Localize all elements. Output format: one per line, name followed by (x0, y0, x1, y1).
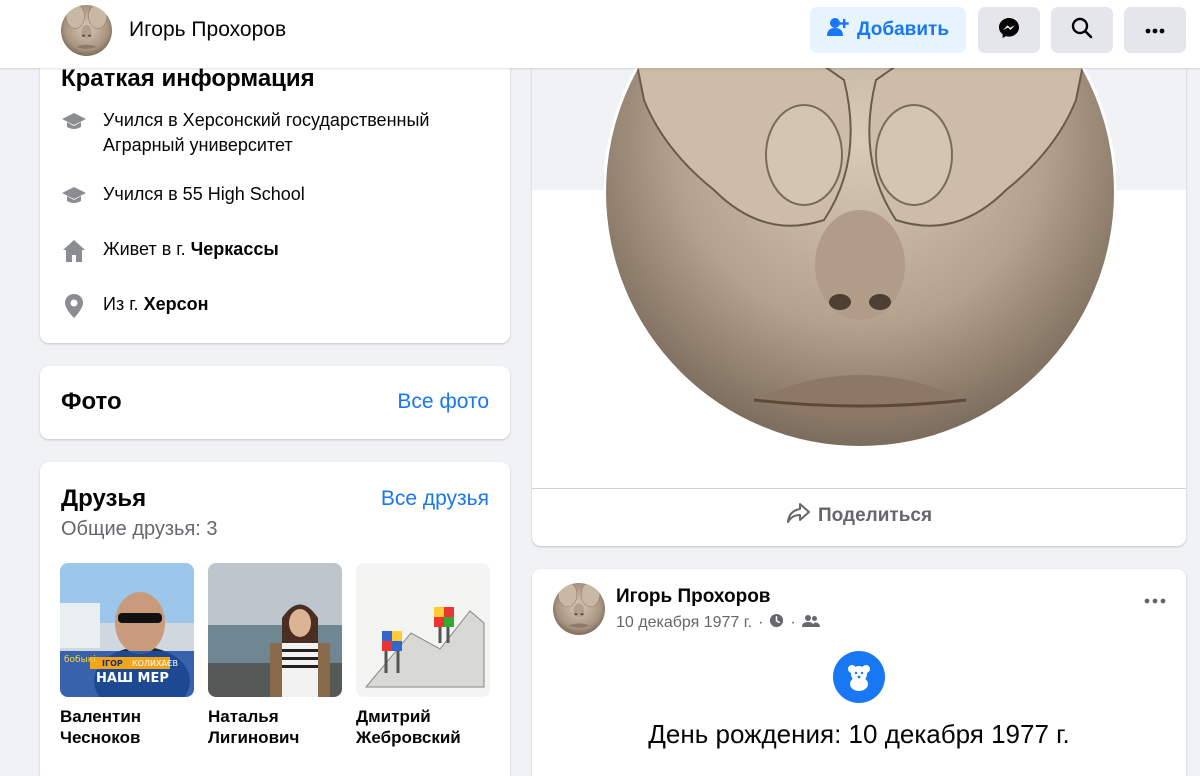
graduation-cap-icon (60, 108, 87, 135)
intro-item-current-city: Живет в г. Черкассы (60, 237, 279, 264)
graduation-cap-icon (60, 182, 87, 209)
post-date[interactable]: 10 декабря 1977 г. (616, 614, 752, 632)
intro-item-education-university: Учился в Херсонский государственный Агра… (60, 108, 483, 158)
friend-last-name: Чесноков (60, 728, 141, 747)
birthday-post-card: Игорь Прохоров 10 декабря 1977 г. · · Де… (532, 569, 1186, 776)
share-label: Поделиться (818, 505, 933, 526)
friend-name[interactable]: Валентин Чесноков (60, 706, 194, 748)
messenger-icon (997, 16, 1021, 45)
friends-audience-icon (801, 614, 820, 633)
intro-item-text: Учился в 55 High School (103, 184, 305, 204)
search-icon (1071, 17, 1093, 44)
current-city-prefix: Живет в г. (103, 239, 191, 259)
post-author-name[interactable]: Игорь Прохоров (616, 586, 770, 608)
photos-card: Фото Все фото (40, 366, 510, 439)
friends-title[interactable]: Друзья (61, 485, 146, 513)
friend-name[interactable]: Дмитрий Жебровский (356, 706, 490, 748)
profile-picture-large[interactable] (604, 40, 1116, 447)
profile-picture-card: Поделиться (532, 40, 1186, 546)
add-friend-button[interactable]: Добавить (810, 7, 966, 53)
add-friend-icon (826, 17, 849, 43)
current-city-link[interactable]: Черкассы (191, 239, 279, 259)
friend-card[interactable]: Дмитрий Жебровский (356, 563, 490, 748)
intro-item-text: Учился в Херсонский государственный Агра… (103, 110, 430, 155)
friend-first-name: Наталья (208, 707, 279, 726)
friend-last-name: Жебровский (356, 728, 461, 747)
friend-name[interactable]: Наталья Лигинович (208, 706, 342, 748)
share-icon (786, 502, 810, 530)
more-dots-icon (1144, 591, 1166, 608)
intro-item-text: Живет в г. Черкассы (103, 237, 279, 262)
friend-photo-name-last: КОЛИХАЄВ (132, 659, 178, 668)
intro-item-text: Из г. Херсон (103, 292, 208, 317)
friend-first-name: Валентин (60, 707, 142, 726)
friend-card[interactable]: бобыкі ІГОР КОЛИХАЄВ НАШ МЕР Валентин Че… (60, 563, 194, 748)
hometown-link[interactable]: Херсон (144, 294, 209, 314)
mutual-friends-count: Общие друзья: 3 (61, 518, 218, 540)
share-button[interactable]: Поделиться (786, 502, 932, 530)
post-options-button[interactable] (1144, 591, 1166, 609)
friend-photo-name-first: ІГОР (102, 659, 123, 668)
more-options-button[interactable] (1124, 7, 1186, 53)
profile-name[interactable]: Игорь Прохоров (129, 18, 286, 42)
messenger-button[interactable] (978, 7, 1040, 53)
intro-card: Краткая информация Учился в Херсонский г… (40, 50, 510, 343)
friend-photo[interactable] (208, 563, 342, 697)
intro-title: Краткая информация (61, 65, 315, 92)
friend-card[interactable]: Наталья Лигинович (208, 563, 342, 748)
post-meta: 10 декабря 1977 г. · · (616, 613, 820, 633)
friend-photo[interactable]: бобыкі ІГОР КОЛИХАЄВ НАШ МЕР (60, 563, 194, 697)
profile-avatar[interactable] (61, 5, 112, 56)
friend-photo[interactable] (356, 563, 490, 697)
friend-last-name: Лигинович (208, 728, 300, 747)
hometown-prefix: Из г. (103, 294, 144, 314)
teddy-bear-icon (833, 651, 885, 703)
friend-first-name: Дмитрий (356, 707, 431, 726)
search-button[interactable] (1051, 7, 1113, 53)
intro-item-education-school: Учился в 55 High School (60, 182, 305, 209)
friends-card: Друзья Все друзья Общие друзья: 3 бобыкі… (40, 462, 510, 776)
meta-separator: · (790, 614, 796, 631)
friend-photo-headline: НАШ МЕР (96, 671, 169, 686)
profile-header: Игорь Прохоров Добавить (0, 0, 1200, 68)
home-icon (60, 237, 87, 264)
birthday-event-text: День рождения: 10 декабря 1977 г. (648, 719, 1070, 749)
post-author-avatar[interactable] (553, 583, 605, 635)
photos-title[interactable]: Фото (61, 388, 122, 416)
clock-icon (769, 613, 784, 633)
friend-photo-slogan: бобыкі (64, 655, 96, 665)
add-friend-label: Добавить (856, 19, 950, 40)
profile-picture-divider (532, 488, 1186, 489)
intro-item-hometown: Из г. Херсон (60, 292, 208, 319)
location-pin-icon (60, 292, 87, 319)
all-friends-link[interactable]: Все друзья (381, 487, 489, 511)
meta-separator: · (758, 614, 764, 631)
more-dots-icon (1145, 21, 1165, 39)
all-photos-link[interactable]: Все фото (397, 390, 489, 414)
